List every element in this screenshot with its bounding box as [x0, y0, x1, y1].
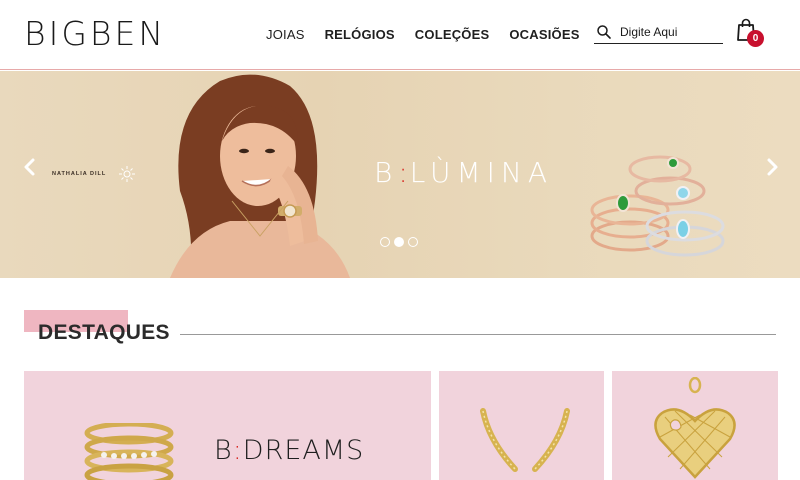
carousel-dot-2[interactable]: [394, 237, 404, 247]
carousel-dot-1[interactable]: [380, 237, 390, 247]
brand-name: LÙMINA: [409, 156, 553, 189]
chevron-left-icon[interactable]: [20, 155, 40, 179]
section-title: DESTAQUES: [38, 321, 170, 344]
cart-button[interactable]: 0: [736, 18, 766, 48]
nav-item-relogios[interactable]: RELÓGIOS: [325, 26, 395, 44]
site-header: BIGBEN JOIAS RELÓGIOS COLEÇÕES OCASIÕES …: [0, 0, 800, 70]
dreams-brand-mark: B:DREAMS: [214, 435, 364, 467]
carousel-indicators: [380, 237, 418, 247]
model-photo: [170, 74, 350, 278]
dreams-brand-colon: :: [232, 435, 243, 466]
brand-letter: B: [374, 156, 399, 189]
ear-climber-earrings-image: [480, 408, 570, 472]
hero-banner[interactable]: NATHALIA DILL B:LÙMINA: [0, 71, 800, 278]
search-icon[interactable]: [596, 24, 612, 40]
heart-pendant-image: [654, 377, 736, 479]
dreams-brand-letter: B: [214, 435, 233, 466]
carousel-dot-3[interactable]: [408, 237, 418, 247]
section-divider: [180, 334, 776, 335]
sun-emblem-icon: [119, 166, 135, 182]
rings-product-image: [590, 155, 725, 257]
main-nav: JOIAS RELÓGIOS COLEÇÕES OCASIÕES: [266, 26, 580, 44]
nav-item-ocasioes[interactable]: OCASIÕES: [509, 26, 579, 44]
brand-colon: :: [398, 156, 410, 189]
nav-item-joias[interactable]: JOIAS: [266, 26, 305, 44]
featured-card-heart-pendant[interactable]: [612, 371, 778, 480]
stacked-rings-image: [84, 423, 174, 480]
dreams-brand-name: DREAMS: [242, 435, 365, 466]
search-bar: [594, 20, 723, 44]
featured-card-dreams[interactable]: B:DREAMS: [24, 371, 431, 480]
nav-item-colecoes[interactable]: COLEÇÕES: [415, 26, 490, 44]
campaign-signature: NATHALIA DILL: [52, 171, 107, 177]
lumina-brand-mark: B:LÙMINA: [374, 157, 553, 189]
cart-count-badge: 0: [747, 30, 764, 47]
search-input[interactable]: [620, 24, 720, 39]
site-logo[interactable]: BIGBEN: [24, 16, 166, 52]
featured-card-earrings[interactable]: [439, 371, 604, 480]
chevron-right-icon[interactable]: [762, 155, 782, 179]
